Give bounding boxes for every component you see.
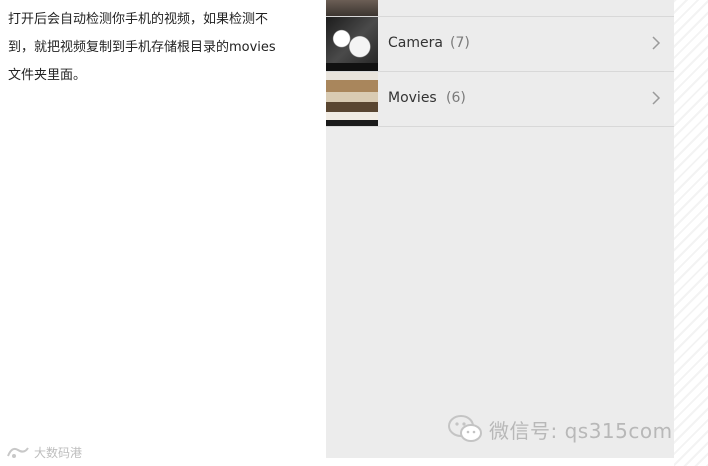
folder-row-partial[interactable] xyxy=(326,0,674,17)
folder-list: Camera (7) Movies (6) xyxy=(326,0,674,127)
site-logo-watermark: 大数码港 xyxy=(6,442,82,462)
camera-folder-thumbnail xyxy=(326,17,378,71)
gallery-screen: Camera (7) Movies (6) xyxy=(326,0,674,458)
wechat-id-text: 微信号: qs315com xyxy=(489,418,673,443)
folder-name-camera: Camera xyxy=(388,35,443,51)
chevron-right-icon xyxy=(652,36,661,50)
chevron-right-icon xyxy=(652,91,661,105)
folder-row-camera[interactable]: Camera (7) xyxy=(326,17,674,72)
folder-thumbnail xyxy=(326,0,378,16)
article-paragraph: 打开后会自动检测你手机的视频，如果检测不到，就把视频复制到手机存储根目录的mov… xyxy=(8,12,276,83)
folder-count-movies: (6) xyxy=(446,90,466,106)
folder-name-movies: Movies xyxy=(388,90,437,106)
decorative-hatch xyxy=(674,0,708,466)
movies-folder-thumbnail xyxy=(326,72,378,126)
wechat-watermark: 微信号: qs315com xyxy=(447,412,673,446)
folder-count-camera: (7) xyxy=(450,35,470,51)
logo-icon xyxy=(7,447,29,458)
logo-text: 大数码港 xyxy=(34,445,83,460)
folder-row-movies[interactable]: Movies (6) xyxy=(326,72,674,127)
wechat-icon xyxy=(448,415,482,442)
